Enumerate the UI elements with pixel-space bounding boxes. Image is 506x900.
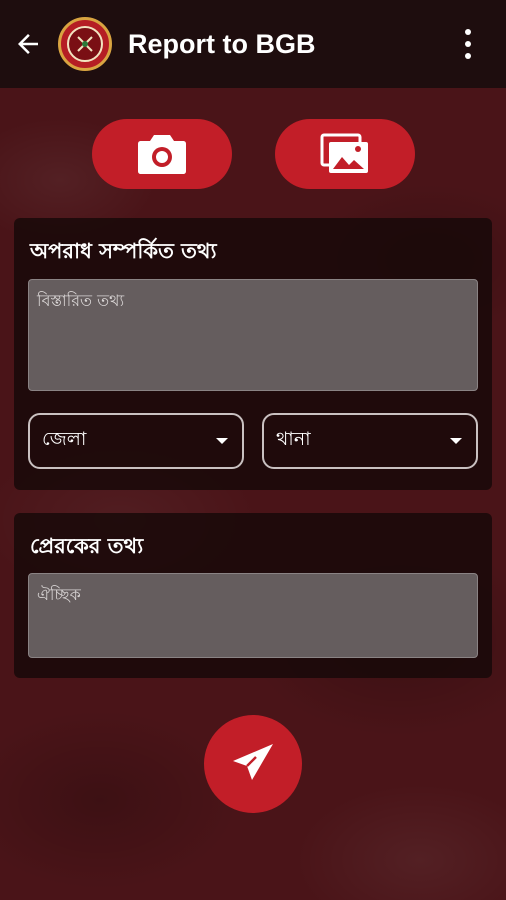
more-vert-dot (465, 53, 471, 59)
thana-dropdown[interactable]: থানা (262, 413, 478, 469)
thana-label: থানা (276, 428, 311, 450)
district-dropdown[interactable]: জেলা (28, 413, 244, 469)
back-button[interactable] (0, 0, 56, 88)
app-bar: Report to BGB (0, 0, 506, 88)
crime-info-card: অপরাধ সম্পর্কিত তথ্য বিস্তারিত তথ্য জেলা… (14, 218, 492, 490)
gallery-icon (320, 133, 368, 173)
camera-button[interactable] (92, 119, 232, 189)
more-vert-dot (465, 41, 471, 47)
send-icon (233, 744, 273, 780)
details-placeholder: বিস্তারিত তথ্য (37, 291, 125, 310)
gallery-button[interactable] (275, 119, 415, 189)
page-title: Report to BGB (128, 28, 316, 59)
more-options-button[interactable] (444, 0, 492, 88)
sender-info-title: প্রেরকের তথ্য (30, 534, 144, 558)
sender-info-card: প্রেরকের তথ্য ঐচ্ছিক (14, 513, 492, 678)
crime-info-title: অপরাধ সম্পর্কিত তথ্য (30, 239, 217, 263)
district-label: জেলা (42, 428, 87, 450)
details-input[interactable]: বিস্তারিত তথ্য (28, 279, 478, 391)
bgb-emblem-icon (58, 17, 112, 71)
optional-placeholder: ঐচ্ছিক (37, 585, 81, 604)
arrow-left-icon (18, 34, 38, 54)
chevron-down-icon (216, 438, 228, 444)
sender-optional-input[interactable]: ঐচ্ছিক (28, 573, 478, 658)
chevron-down-icon (450, 438, 462, 444)
more-vert-icon (465, 29, 471, 35)
send-button[interactable] (204, 715, 302, 813)
camera-icon (138, 135, 186, 174)
